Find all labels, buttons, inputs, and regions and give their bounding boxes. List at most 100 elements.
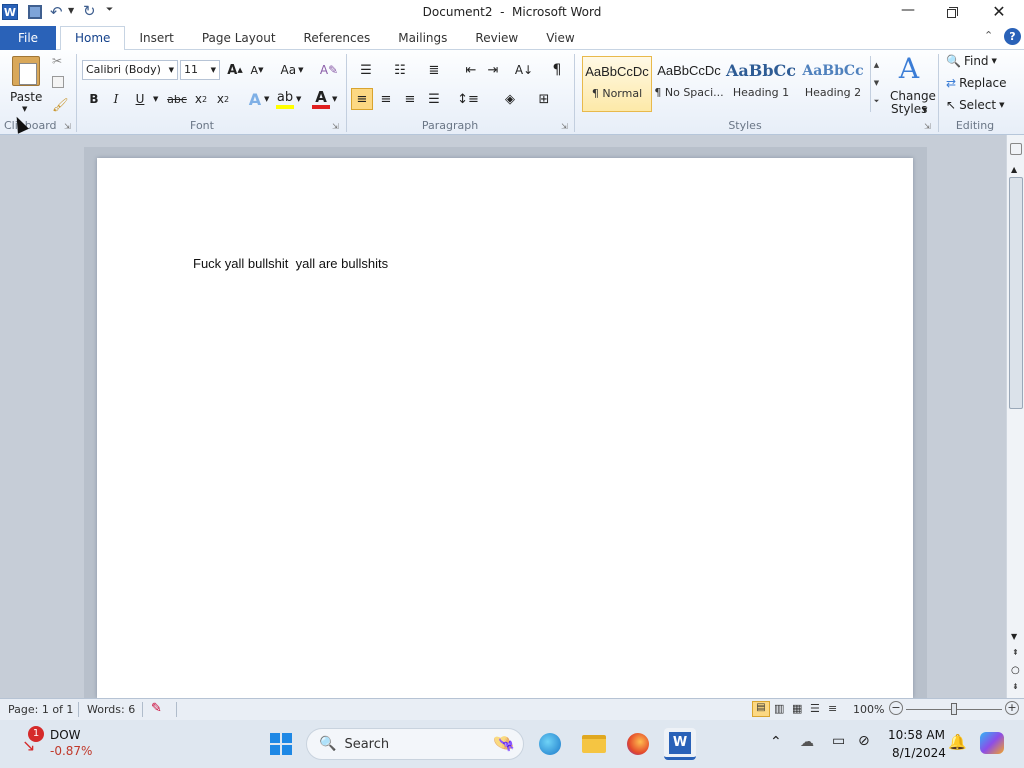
clear-formatting-icon[interactable]: A✎: [320, 61, 338, 79]
redo-icon[interactable]: ↻: [83, 2, 96, 20]
highlight-icon[interactable]: ab: [276, 89, 294, 109]
highlight-dropdown-icon[interactable]: ▼: [296, 95, 301, 103]
shading-icon[interactable]: ◈: [498, 88, 522, 110]
change-case-button[interactable]: Aa ▼: [278, 61, 306, 79]
scroll-up-icon[interactable]: ▲: [1011, 165, 1017, 174]
restore-button[interactable]: [942, 4, 962, 22]
scroll-thumb[interactable]: [1009, 177, 1023, 409]
document-page[interactable]: Fuck yall bullshit yall are bullshits: [97, 158, 913, 698]
copy-icon[interactable]: [52, 76, 64, 88]
onedrive-icon[interactable]: ☁: [800, 734, 814, 750]
italic-button[interactable]: I: [108, 90, 124, 108]
clock-time[interactable]: 10:58 AM: [888, 728, 945, 742]
change-styles-dropdown-icon[interactable]: ▼: [922, 106, 927, 114]
customize-quick-access-icon[interactable]: ⏷: [106, 5, 113, 15]
bullets-icon[interactable]: ☰: [354, 60, 378, 80]
tab-mailings[interactable]: Mailings: [384, 27, 461, 51]
superscript-icon[interactable]: x2: [214, 90, 232, 108]
paste-dropdown-icon[interactable]: ▼: [22, 105, 27, 113]
minimize-ribbon-icon[interactable]: ⌃: [984, 29, 993, 42]
undo-icon[interactable]: ↶: [50, 3, 63, 21]
paragraph-launcher-icon[interactable]: ⇲: [561, 122, 568, 131]
font-color-icon[interactable]: A: [312, 88, 330, 109]
style-normal[interactable]: AaBbCcDc ¶ Normal: [582, 56, 652, 112]
bold-button[interactable]: B: [86, 90, 102, 108]
vertical-scrollbar[interactable]: ▲ ▼ ⇞ ○ ⇟: [1006, 135, 1024, 698]
file-explorer-icon[interactable]: [578, 728, 610, 760]
next-page-icon[interactable]: ⇟: [1012, 682, 1019, 691]
close-button[interactable]: ✕: [988, 2, 1010, 24]
outline-view-icon[interactable]: ☰: [810, 702, 820, 715]
clock-date[interactable]: 8/1/2024: [892, 746, 946, 760]
word-app-icon[interactable]: W: [2, 4, 18, 20]
stock-widget[interactable]: ↘ 1 DOW -0.87%: [18, 726, 128, 762]
line-spacing-icon[interactable]: ↕≡: [456, 88, 480, 110]
decrease-indent-icon[interactable]: ⇤: [462, 60, 480, 80]
grow-font-icon[interactable]: A ▲: [226, 61, 244, 79]
format-painter-icon[interactable]: 🖌: [52, 98, 69, 113]
multilevel-list-icon[interactable]: ≣: [422, 60, 446, 80]
select-button[interactable]: ↖ Select ▼: [946, 98, 1004, 112]
zoom-slider-thumb[interactable]: [951, 703, 957, 715]
font-name-combo[interactable]: Calibri (Body) ▼: [82, 60, 178, 80]
styles-scroll[interactable]: ▲ ▼ ⏷: [870, 56, 882, 112]
increase-indent-icon[interactable]: ⇥: [484, 60, 502, 80]
web-layout-icon[interactable]: ▦: [792, 702, 802, 715]
word-count[interactable]: Words: 6: [87, 703, 135, 716]
justify-icon[interactable]: ☰: [424, 88, 444, 110]
tab-view[interactable]: View: [532, 27, 588, 51]
paste-icon[interactable]: [12, 56, 40, 86]
print-layout-view-icon[interactable]: ▤: [752, 701, 770, 717]
document-text[interactable]: Fuck yall bullshit yall are bullshits: [193, 256, 388, 271]
strikethrough-button[interactable]: abc: [166, 90, 188, 108]
font-size-combo[interactable]: 11 ▼: [180, 60, 220, 80]
change-styles-icon[interactable]: A: [892, 54, 926, 84]
shrink-font-icon[interactable]: A ▼: [248, 61, 266, 79]
replace-button[interactable]: ⇄ Replace: [946, 76, 1007, 90]
draft-view-icon[interactable]: ≡: [828, 702, 837, 715]
sort-icon[interactable]: A↓: [514, 60, 534, 80]
style-heading-1[interactable]: AaBbCc Heading 1: [726, 56, 796, 112]
word-taskbar-icon[interactable]: W: [664, 728, 696, 760]
scroll-down-icon[interactable]: ▼: [1011, 632, 1017, 641]
tab-page-layout[interactable]: Page Layout: [188, 27, 290, 51]
clipboard-launcher-icon[interactable]: ⇲: [64, 122, 71, 131]
edge-browser-icon[interactable]: [534, 728, 566, 760]
tab-insert[interactable]: Insert: [125, 27, 187, 51]
zoom-level[interactable]: 100%: [853, 703, 884, 716]
network-icon[interactable]: ⊘: [858, 733, 870, 749]
text-effects-icon[interactable]: A: [246, 89, 264, 109]
find-button[interactable]: 🔍 Find ▼: [946, 54, 997, 68]
ruler-toggle-icon[interactable]: [1010, 143, 1022, 155]
align-left-button[interactable]: ≡: [351, 88, 373, 110]
font-color-dropdown-icon[interactable]: ▼: [332, 95, 337, 103]
show-formatting-marks-icon[interactable]: ¶: [548, 60, 566, 80]
page-count[interactable]: Page: 1 of 1: [8, 703, 73, 716]
numbering-icon[interactable]: ☷: [388, 60, 412, 80]
save-icon[interactable]: [28, 5, 42, 19]
help-icon[interactable]: ?: [1004, 28, 1021, 45]
start-button-icon[interactable]: [265, 728, 297, 760]
align-right-icon[interactable]: ≡: [400, 88, 420, 110]
minimize-button[interactable]: —: [896, 2, 920, 24]
browse-object-icon[interactable]: ○: [1011, 665, 1020, 676]
notifications-bell-icon[interactable]: 🔔: [948, 733, 967, 751]
underline-button[interactable]: U: [132, 90, 148, 108]
firefox-icon[interactable]: [622, 728, 654, 760]
show-hidden-icons-icon[interactable]: ⌃: [770, 734, 782, 750]
font-launcher-icon[interactable]: ⇲: [332, 122, 339, 131]
underline-dropdown-icon[interactable]: ▼: [153, 95, 158, 103]
zoom-out-icon[interactable]: −: [889, 701, 903, 715]
proofing-icon[interactable]: ✎: [151, 701, 162, 716]
tab-home[interactable]: Home: [60, 26, 126, 51]
zoom-in-icon[interactable]: +: [1005, 701, 1019, 715]
tab-references[interactable]: References: [290, 27, 385, 51]
display-icon[interactable]: ▭: [832, 733, 845, 749]
subscript-icon[interactable]: x2: [192, 90, 210, 108]
cut-icon[interactable]: ✂: [52, 54, 62, 68]
change-styles-label-1[interactable]: Change: [890, 89, 936, 103]
previous-page-icon[interactable]: ⇞: [1012, 648, 1019, 657]
full-screen-reading-icon[interactable]: ▥: [774, 702, 784, 715]
tab-file[interactable]: File: [0, 26, 56, 50]
undo-dropdown-icon[interactable]: ▼: [68, 6, 74, 15]
